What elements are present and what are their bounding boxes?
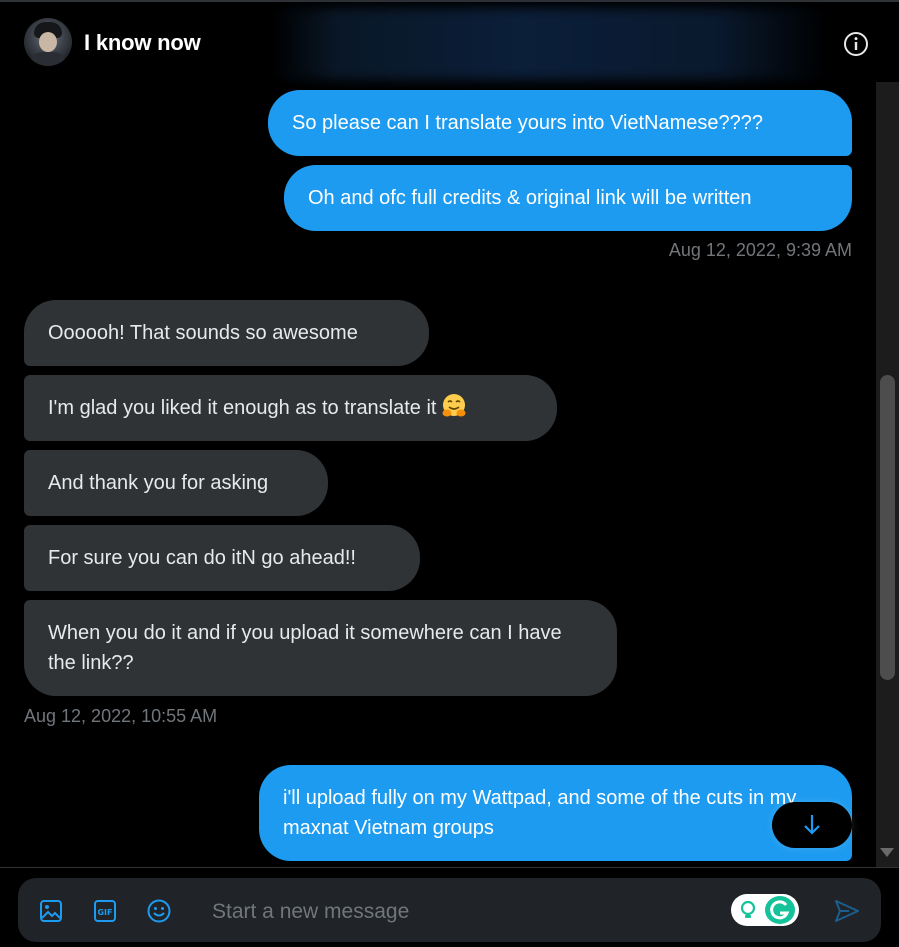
- image-icon[interactable]: [38, 898, 64, 924]
- scrollbar-thumb[interactable]: [880, 375, 895, 680]
- message-text: i'll upload fully on my Wattpad, and som…: [283, 787, 797, 839]
- message-bubble-outgoing[interactable]: i'll upload fully on my Wattpad, and som…: [259, 765, 852, 861]
- message-input[interactable]: [210, 896, 714, 928]
- hugging-face-emoji-icon: [442, 394, 465, 417]
- message-text: Oooooh! That sounds so awesome: [48, 322, 358, 344]
- message-bubble-incoming[interactable]: Oooooh! That sounds so awesome: [24, 300, 429, 366]
- message-text: For sure you can do itN go ahead!!: [48, 547, 356, 569]
- jump-to-latest-button[interactable]: [772, 802, 852, 848]
- conversation-title[interactable]: I know now: [84, 30, 201, 56]
- message-text: I'm glad you liked it enough as to trans…: [48, 397, 437, 419]
- grammarly-icon[interactable]: [765, 896, 795, 924]
- avatar[interactable]: [24, 18, 72, 66]
- message-bubble-incoming[interactable]: For sure you can do itN go ahead!!: [24, 525, 420, 591]
- message-bubble-incoming[interactable]: I'm glad you liked it enough as to trans…: [24, 375, 557, 441]
- message-bubble-outgoing[interactable]: Oh and ofc full credits & original link …: [284, 165, 852, 231]
- message-text: And thank you for asking: [48, 472, 269, 494]
- grammarly-widget[interactable]: [731, 894, 799, 926]
- gif-icon[interactable]: GIF: [92, 898, 118, 924]
- message-timestamp: Aug 12, 2022, 10:55 AM: [24, 706, 218, 726]
- message-timestamp: Aug 12, 2022, 9:39 AM: [668, 240, 852, 260]
- message-text: Oh and ofc full credits & original link …: [308, 187, 752, 209]
- header-background-blur: [270, 8, 830, 80]
- message-composer: GIF: [18, 878, 881, 942]
- arrow-down-icon: [804, 815, 820, 835]
- send-icon[interactable]: [833, 897, 861, 925]
- message-text: So please can I translate yours into Vie…: [292, 112, 764, 134]
- message-bubble-incoming[interactable]: When you do it and if you upload it some…: [24, 600, 617, 696]
- composer-divider: [0, 867, 899, 868]
- info-icon[interactable]: [843, 31, 869, 57]
- lightbulb-icon[interactable]: [735, 897, 761, 923]
- conversation-header: I know now: [0, 2, 899, 82]
- svg-text:GIF: GIF: [97, 908, 112, 917]
- emoji-icon[interactable]: [146, 898, 172, 924]
- message-bubble-incoming[interactable]: And thank you for asking: [24, 450, 328, 516]
- message-text: When you do it and if you upload it some…: [48, 622, 562, 674]
- message-bubble-outgoing[interactable]: So please can I translate yours into Vie…: [268, 90, 852, 156]
- message-list[interactable]: So please can I translate yours into Vie…: [0, 82, 876, 867]
- scrollbar-down-arrow-icon[interactable]: [880, 848, 894, 857]
